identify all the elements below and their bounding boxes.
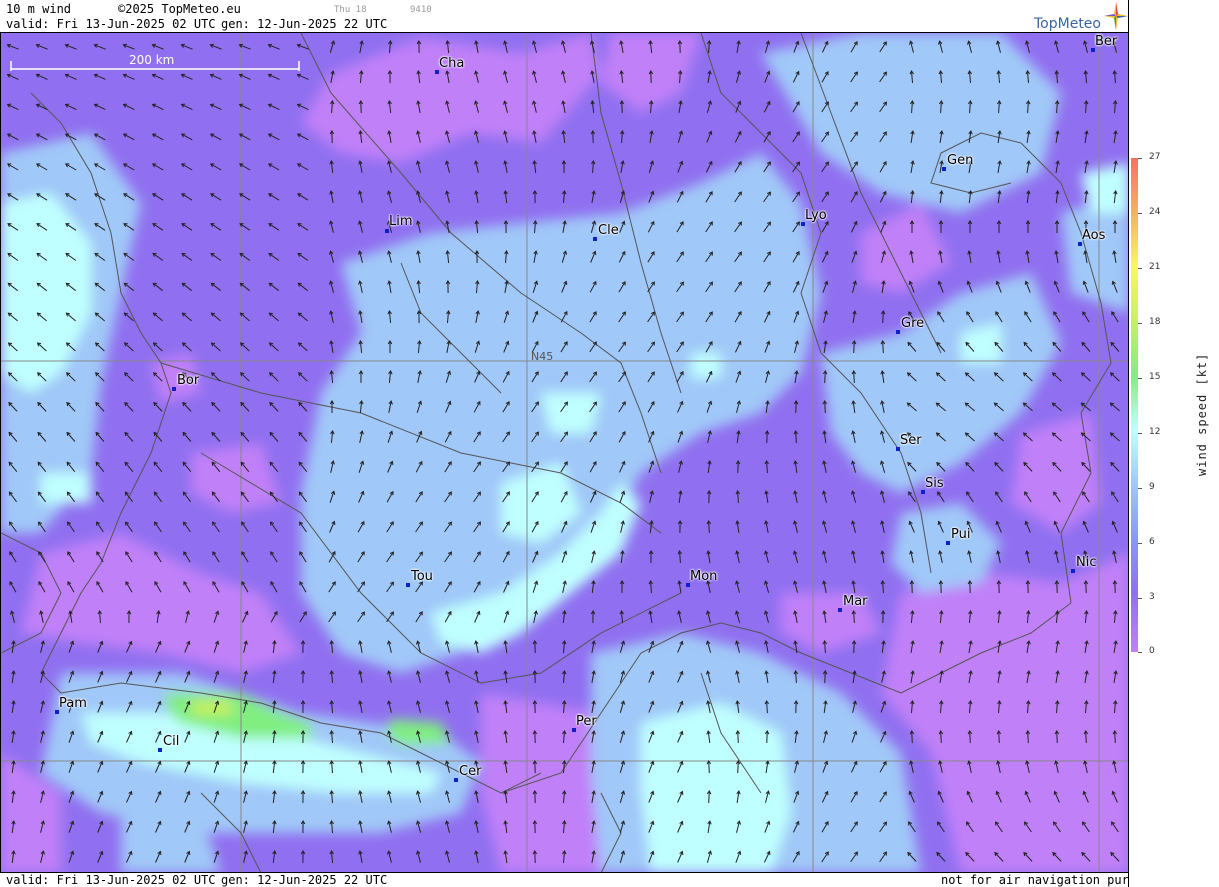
wind-arrow-shaft bbox=[969, 730, 971, 744]
legend-tickmark bbox=[1138, 433, 1142, 434]
city-label-tou: Tou bbox=[411, 569, 433, 584]
city-label-nic: Nic bbox=[1076, 555, 1097, 570]
day-small-label: Thu 18 bbox=[334, 5, 367, 15]
legend-tickmark bbox=[1138, 323, 1142, 324]
wind-arrow-shaft bbox=[998, 730, 1000, 744]
legend-title: wind speed [kt] bbox=[1195, 352, 1209, 476]
legend-tick: 24 bbox=[1149, 207, 1161, 217]
legend-tick: 3 bbox=[1149, 592, 1155, 602]
legend-tickmark bbox=[1138, 158, 1142, 159]
city-label-cha: Cha bbox=[439, 56, 465, 71]
city-marker bbox=[942, 167, 946, 171]
city-marker bbox=[896, 330, 900, 334]
generated-time-label: gen: 12-Jun-2025 22 UTC bbox=[221, 17, 388, 31]
city-marker bbox=[593, 237, 597, 241]
city-marker bbox=[406, 583, 410, 587]
city-label-cer: Cer bbox=[459, 764, 482, 779]
wind-arrow-shaft bbox=[940, 730, 942, 744]
city-label-sis: Sis bbox=[925, 476, 944, 491]
city-label-cle: Cle bbox=[598, 223, 619, 238]
city-label-cil: Cil bbox=[163, 734, 180, 749]
legend-tick: 18 bbox=[1149, 317, 1161, 327]
city-label-per: Per bbox=[576, 714, 597, 729]
city-marker bbox=[385, 229, 389, 233]
wind-arrow-shaft bbox=[1085, 730, 1087, 744]
city-label-bor: Bor bbox=[177, 373, 200, 388]
legend-tickmark bbox=[1138, 488, 1142, 489]
city-label-pui: Pui bbox=[951, 527, 971, 542]
legend-tickmark bbox=[1138, 378, 1142, 379]
city-label-lim: Lim bbox=[389, 214, 413, 229]
legend-tickmark bbox=[1138, 213, 1142, 214]
map-footer: valid: Fri 13-Jun-2025 02 UTC gen: 12-Ju… bbox=[0, 872, 1165, 887]
code-small-label: 9410 bbox=[410, 5, 432, 15]
city-label-mon: Mon bbox=[690, 569, 718, 584]
parameter-label: 10 m wind bbox=[6, 2, 72, 16]
map-header: 10 m wind ©2025 TopMeteo.eu Thu 18 9410 … bbox=[0, 0, 1128, 32]
city-label-mar: Mar bbox=[843, 594, 868, 609]
legend-tickmark bbox=[1138, 268, 1142, 269]
wind-arrow-shaft bbox=[853, 370, 855, 384]
compass-star-icon bbox=[1104, 2, 1128, 30]
topmeteo-logo[interactable]: TopMeteo bbox=[1034, 2, 1128, 32]
wind-arrow-shaft bbox=[882, 340, 884, 354]
wind-arrow-shaft bbox=[708, 760, 710, 774]
legend-tick: 15 bbox=[1149, 372, 1161, 382]
copyright-label: ©2025 TopMeteo.eu bbox=[118, 2, 241, 16]
wind-arrow-shaft bbox=[737, 730, 739, 744]
wind-arrow-shaft bbox=[1056, 730, 1058, 744]
legend-tick: 6 bbox=[1149, 537, 1155, 547]
wind-arrow-shaft bbox=[911, 730, 913, 744]
city-marker bbox=[1071, 569, 1075, 573]
city-label-ser: Ser bbox=[900, 433, 922, 448]
city-marker bbox=[454, 778, 458, 782]
footer-generated-label: gen: 12-Jun-2025 22 UTC bbox=[221, 873, 388, 887]
legend-tick: 27 bbox=[1149, 152, 1161, 162]
wind-arrow-shaft bbox=[737, 760, 739, 774]
city-label-pam: Pam bbox=[59, 696, 87, 711]
city-label-gen: Gen bbox=[947, 153, 974, 168]
wind-arrow-shaft bbox=[708, 790, 710, 804]
city-marker bbox=[838, 608, 842, 612]
legend-color-bar bbox=[1131, 158, 1138, 652]
wind-arrow-shaft bbox=[1027, 730, 1029, 744]
legend-tickmark bbox=[1138, 543, 1142, 544]
legend-tick: 0 bbox=[1149, 646, 1155, 656]
legend-tick: 21 bbox=[1149, 262, 1161, 272]
wind-arrow-shaft bbox=[1114, 730, 1116, 744]
city-marker bbox=[946, 541, 950, 545]
wind-arrow-shaft bbox=[882, 310, 884, 324]
city-marker bbox=[158, 748, 162, 752]
city-label-lyo: Lyo bbox=[805, 208, 827, 223]
grid-lat-label: N45 bbox=[531, 350, 553, 363]
legend-tick: 12 bbox=[1149, 427, 1161, 437]
wind-arrow-shaft bbox=[853, 340, 855, 354]
city-label-ber: Ber bbox=[1095, 34, 1118, 49]
wind-arrow-shaft bbox=[824, 370, 826, 384]
legend-tick: 9 bbox=[1149, 482, 1155, 492]
valid-time-label: valid: Fri 13-Jun-2025 02 UTC bbox=[6, 17, 216, 31]
logo-text: TopMeteo bbox=[1034, 16, 1101, 32]
legend-tickmark bbox=[1138, 598, 1142, 599]
legend-tickmark bbox=[1138, 652, 1142, 653]
wind-map[interactable]: N45 200 km Cha Ber Gen Lim Cle Lyo Aos G… bbox=[0, 32, 1128, 872]
city-label-aos: Aos bbox=[1082, 228, 1106, 243]
city-label-gre: Gre bbox=[901, 316, 925, 331]
scale-label: 200 km bbox=[129, 53, 174, 67]
footer-valid-label: valid: Fri 13-Jun-2025 02 UTC bbox=[6, 873, 216, 887]
city-marker bbox=[172, 387, 176, 391]
wind-arrow-shaft bbox=[824, 400, 826, 414]
